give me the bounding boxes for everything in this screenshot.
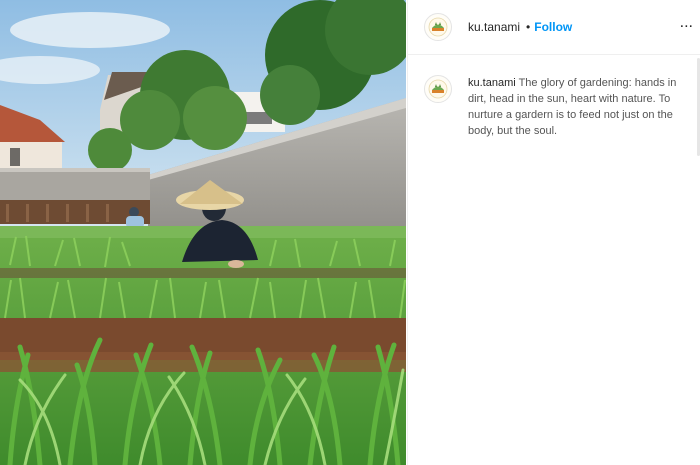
post-photo[interactable] <box>0 0 406 465</box>
post-details-panel: ku.tanami • Follow ... ku.tanami The glo… <box>407 0 700 465</box>
garden-photo-illustration <box>0 0 406 465</box>
caption-username[interactable]: ku.tanami <box>468 77 516 89</box>
farm-logo-icon <box>428 79 448 99</box>
post-username[interactable]: ku.tanami <box>468 20 520 34</box>
caption: ku.tanami The glory of gardening: hands … <box>468 75 683 139</box>
avatar[interactable] <box>424 13 452 41</box>
post-header: ku.tanami • Follow ... <box>408 0 700 55</box>
follow-button[interactable]: Follow <box>534 20 572 34</box>
more-options-icon[interactable]: ... <box>680 14 693 32</box>
caption-avatar[interactable] <box>424 75 452 103</box>
caption-row: ku.tanami The glory of gardening: hands … <box>408 55 700 139</box>
separator-dot: • <box>526 20 531 34</box>
farm-logo-icon <box>428 17 448 37</box>
